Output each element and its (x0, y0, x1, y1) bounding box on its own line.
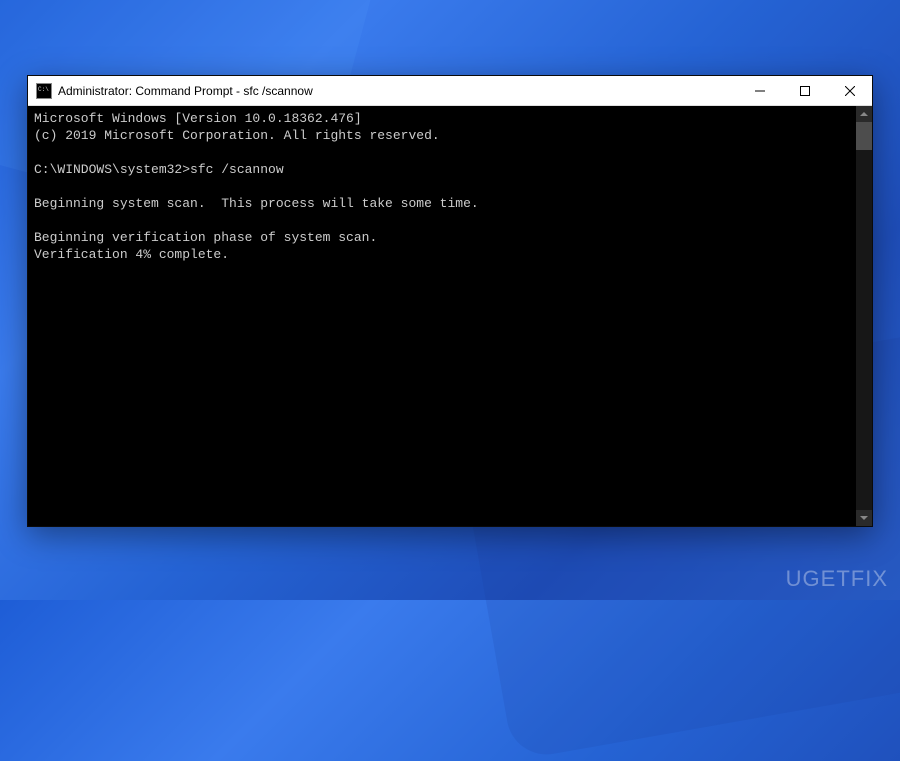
output-line: Beginning verification phase of system s… (34, 230, 377, 245)
close-button[interactable] (827, 76, 872, 105)
command-prompt-window: Administrator: Command Prompt - sfc /sca… (27, 75, 873, 527)
window-title: Administrator: Command Prompt - sfc /sca… (58, 84, 737, 98)
chevron-up-icon (860, 112, 868, 116)
maximize-button[interactable] (782, 76, 827, 105)
cmd-icon (36, 83, 52, 99)
chevron-down-icon (860, 516, 868, 520)
scroll-down-button[interactable] (856, 510, 872, 526)
output-line: (c) 2019 Microsoft Corporation. All righ… (34, 128, 440, 143)
scroll-up-button[interactable] (856, 106, 872, 122)
window-controls (737, 76, 872, 105)
output-line: Microsoft Windows [Version 10.0.18362.47… (34, 111, 362, 126)
scrollbar[interactable] (856, 106, 872, 526)
output-line: Verification 4% complete. (34, 247, 229, 262)
prompt-line: C:\WINDOWS\system32>sfc /scannow (34, 162, 284, 177)
titlebar[interactable]: Administrator: Command Prompt - sfc /sca… (28, 76, 872, 106)
scroll-thumb[interactable] (856, 122, 872, 150)
output-line: Beginning system scan. This process will… (34, 196, 479, 211)
minimize-button[interactable] (737, 76, 782, 105)
terminal-area[interactable]: Microsoft Windows [Version 10.0.18362.47… (28, 106, 872, 526)
watermark: UGETFIX (786, 566, 888, 592)
maximize-icon (800, 86, 810, 96)
minimize-icon (755, 86, 765, 96)
close-icon (845, 86, 855, 96)
terminal-output: Microsoft Windows [Version 10.0.18362.47… (28, 106, 872, 267)
